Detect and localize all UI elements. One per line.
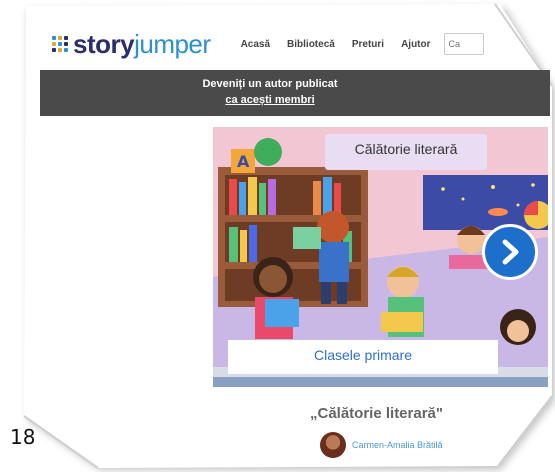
chevron-right-icon	[502, 239, 519, 265]
storyjumper-logo[interactable]: storyjumper	[52, 29, 211, 60]
author-avatar	[320, 432, 346, 458]
promo-banner: Deveniți un autor publicat ca acești mem…	[40, 70, 550, 116]
nav-pricing[interactable]: Preturi	[352, 39, 384, 50]
banner-members-link[interactable]: ca acești membri	[225, 94, 364, 106]
author-name[interactable]: Carmen-Amalia Brătilă	[352, 440, 443, 450]
nav-library[interactable]: Bibliotecă	[287, 39, 335, 50]
page-number: 18	[10, 425, 36, 449]
logo-text-light: jumper	[134, 28, 211, 59]
book-caption: „Călătorie literară"	[310, 405, 444, 422]
book-subtitle: Clasele primare	[228, 340, 498, 374]
main-nav: Acasă Bibliotecă Preturi Ajutor	[241, 39, 448, 50]
book-title: Călătorie literară	[325, 134, 487, 170]
nav-home[interactable]: Acasă	[241, 39, 270, 50]
search-input[interactable]	[443, 33, 484, 55]
svg-text:A: A	[237, 152, 250, 171]
author-info[interactable]: Carmen-Amalia Brătilă	[320, 432, 443, 458]
site-header: storyjumper Acasă Bibliotecă Preturi Aju…	[40, 18, 512, 70]
logo-mark-icon	[52, 36, 68, 52]
logo-text: storyjumper	[73, 29, 211, 60]
logo-text-bold: story	[73, 28, 135, 59]
banner-headline: Deveniți un autor publicat	[202, 78, 338, 90]
nav-help[interactable]: Ajutor	[401, 39, 430, 50]
next-button[interactable]	[482, 224, 538, 280]
